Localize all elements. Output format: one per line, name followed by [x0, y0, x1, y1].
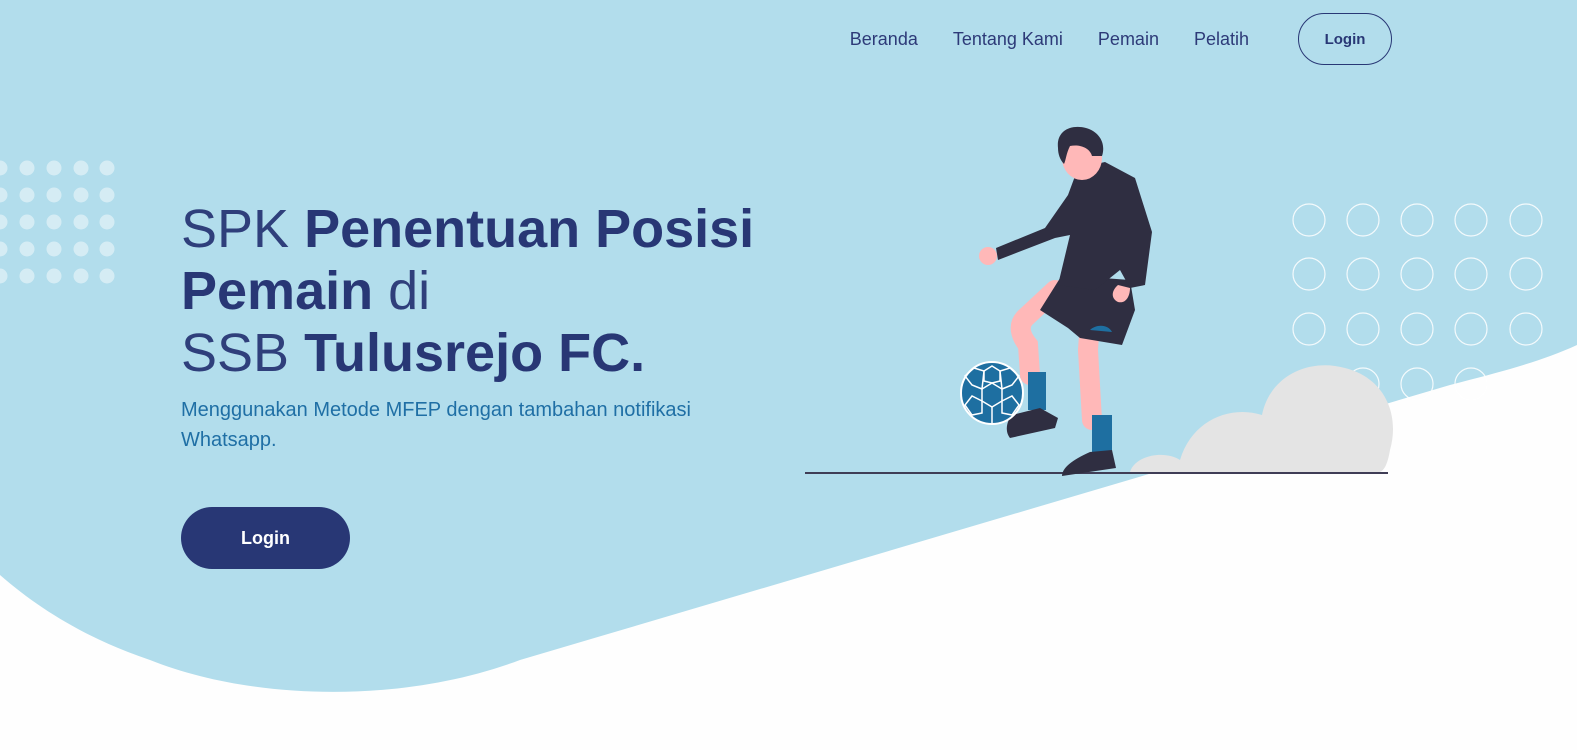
hero-login-button[interactable]: Login	[181, 507, 350, 569]
nav-link-pelatih[interactable]: Pelatih	[1194, 29, 1249, 50]
hero-title-spk: SPK	[181, 199, 305, 259]
hero-title-pemain: Pemain	[181, 261, 374, 321]
landing-page: Beranda Tentang Kami Pemain Pelatih Logi…	[0, 0, 1577, 750]
nav-link-beranda[interactable]: Beranda	[850, 29, 918, 50]
top-nav: Beranda Tentang Kami Pemain Pelatih Logi…	[850, 13, 1392, 65]
football-player-illustration	[805, 126, 1393, 476]
hero-subtitle: Menggunakan Metode MFEP dengan tambahan …	[181, 399, 691, 451]
hero-title: SPK Penentuan Posisi Pemain di SSB Tulus…	[181, 198, 801, 384]
soccer-ball-icon	[960, 361, 1024, 425]
cloud-shape	[1130, 365, 1393, 472]
hero-title-penentuan-posisi: Penentuan Posisi	[304, 199, 755, 259]
nav-link-tentang-kami[interactable]: Tentang Kami	[953, 29, 1063, 50]
hero-title-di: di	[373, 261, 431, 321]
nav-link-pemain[interactable]: Pemain	[1098, 29, 1159, 50]
hero-title-tulusrejo: Tulusrejo FC.	[304, 323, 646, 383]
hero-title-ssb: SSB	[181, 323, 305, 383]
nav-login-button[interactable]: Login	[1298, 13, 1392, 65]
dot-pattern	[0, 160, 115, 284]
